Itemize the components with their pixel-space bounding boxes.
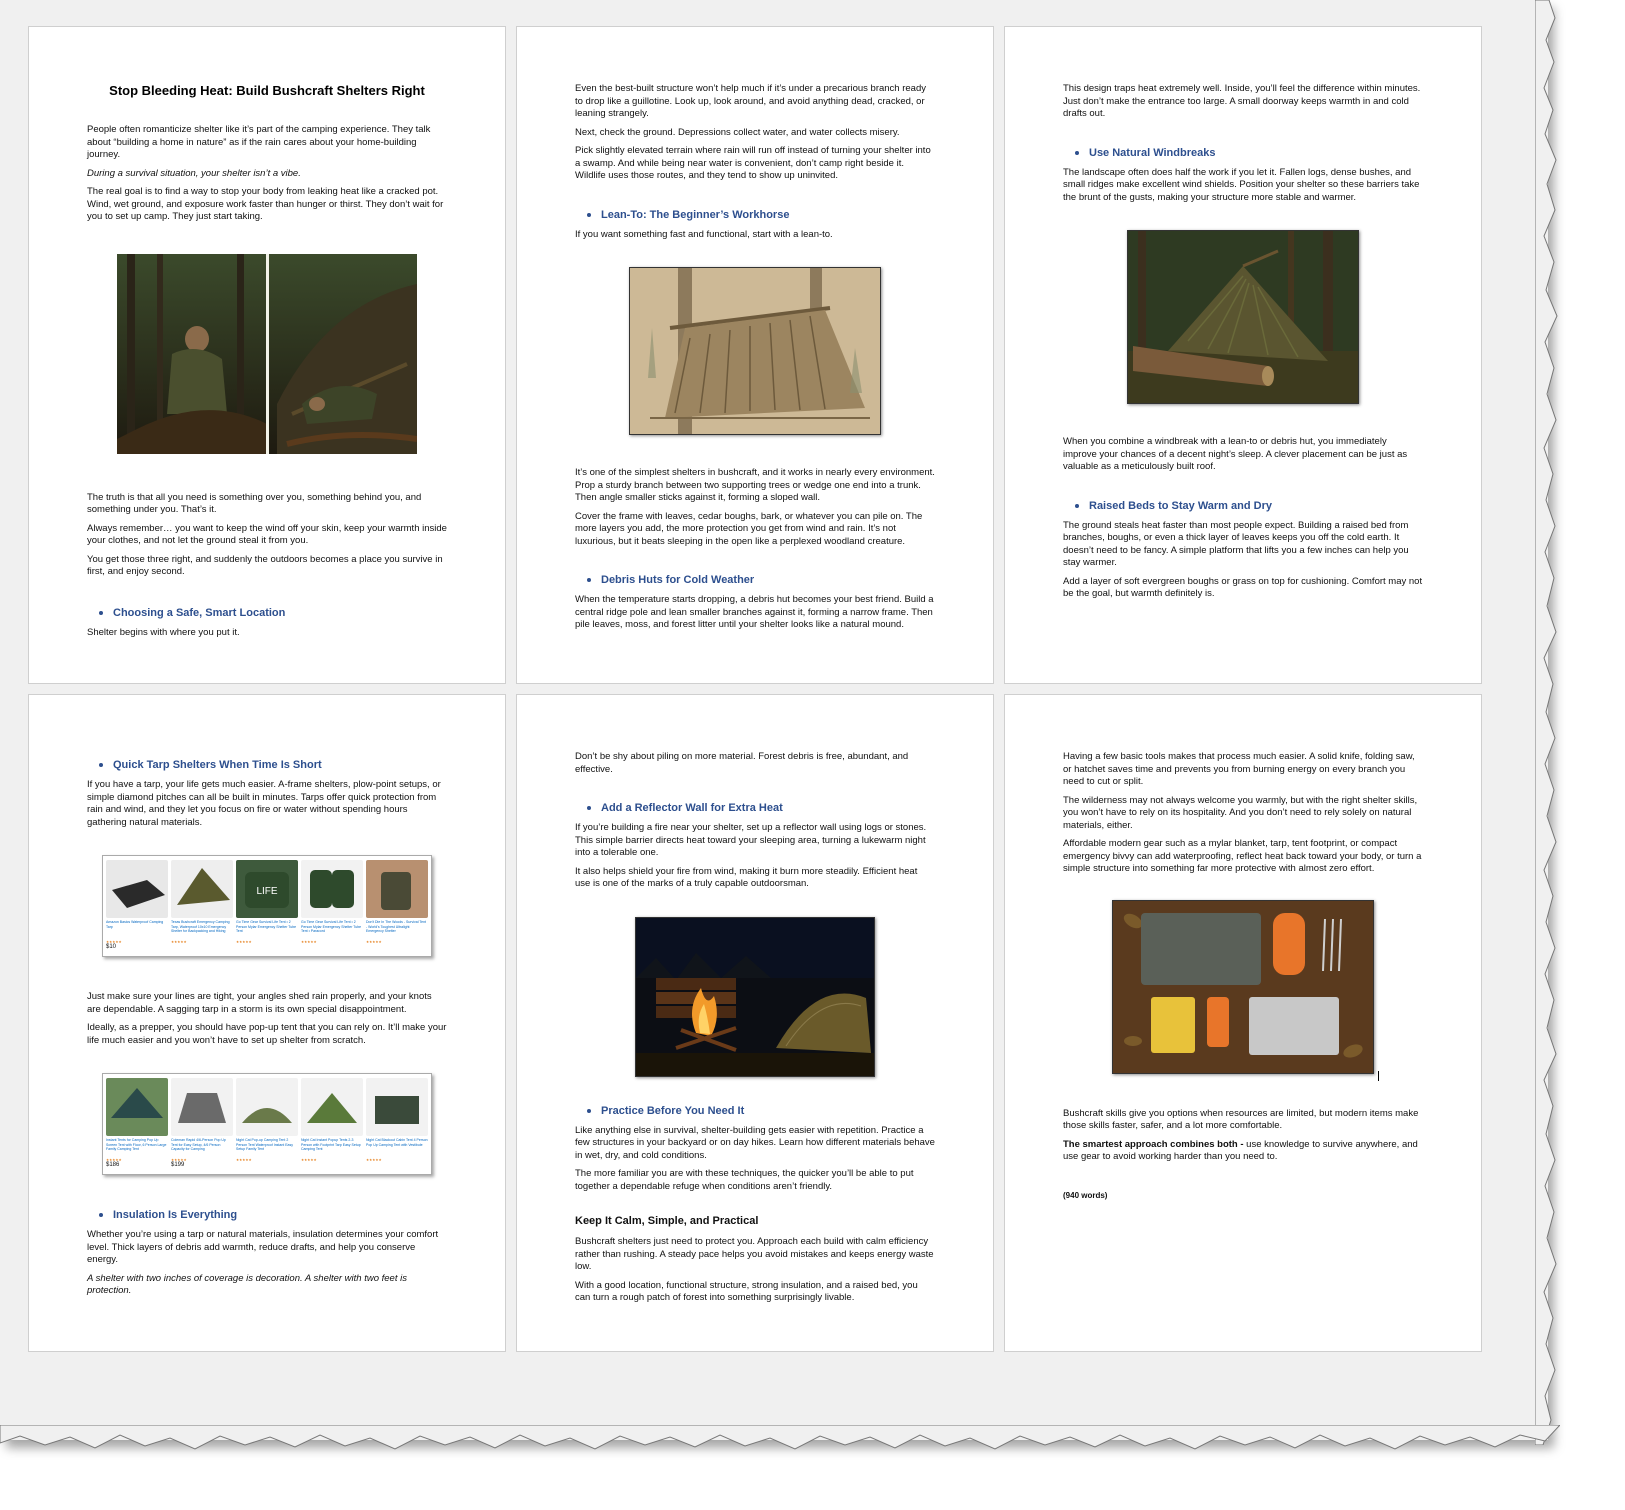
bullet-icon (587, 578, 591, 582)
product-card[interactable]: Instant Tents for Camping Pop Up Screen … (106, 1078, 168, 1168)
paragraph: Don’t be shy about piling on more materi… (575, 751, 909, 775)
paragraph: Bushcraft skills give you options when r… (1063, 1107, 1419, 1132)
paragraph: When the temperature starts dropping, a … (575, 594, 934, 630)
tarp-products-strip: Amazon Basics Waterproof Camping Tarp ★★★… (102, 855, 432, 957)
paragraph: Pick slightly elevated terrain where rai… (575, 145, 931, 181)
paragraph: Always remember… you want to keep the wi… (87, 522, 447, 547)
paragraph: If you’re building a fire near your shel… (575, 822, 927, 858)
bullet-icon (587, 806, 591, 810)
bullet-icon (99, 763, 103, 767)
paragraph: Even the best-built structure won’t help… (575, 83, 926, 119)
paragraph: The wilderness may not always welcome yo… (1063, 794, 1418, 831)
paragraph: It’s one of the simplest shelters in bus… (575, 467, 935, 503)
paragraph: Whether you’re using a tarp or natural m… (87, 1229, 439, 1265)
section-heading: Add a Reflector Wall for Extra Heat (587, 802, 935, 814)
paragraph: The smartest approach combines both - us… (1063, 1138, 1418, 1163)
torn-edge-right (1535, 0, 1558, 1445)
section-heading: Practice Before You Need It (587, 1105, 935, 1117)
paragraph: Just make sure your lines are tight, you… (87, 991, 432, 1015)
bullet-icon (587, 212, 591, 217)
campfire-reflector-tent-image (635, 916, 875, 1077)
text-cursor (1378, 1070, 1379, 1081)
paragraph: It also helps shield your fire from wind… (575, 865, 918, 890)
paragraph: Ideally, as a prepper, you should have p… (87, 1022, 447, 1046)
lean-to-sketch-image (629, 267, 881, 435)
paragraph: You get those three right, and suddenly … (87, 553, 443, 578)
product-card[interactable]: Go Time Gear Survival Life Tent • 2 Pers… (301, 860, 363, 950)
paragraph: If you want something fast and functiona… (575, 228, 833, 240)
paragraph: Add a layer of soft evergreen boughs or … (1063, 575, 1423, 600)
paragraph: With a good location, functional structu… (575, 1279, 918, 1304)
section-heading: Use Natural Windbreaks (1075, 147, 1423, 159)
bullet-icon (99, 1213, 103, 1217)
paragraph: People often romanticize shelter like it… (87, 124, 431, 160)
page-4: Quick Tarp Shelters When Time Is Short I… (28, 694, 506, 1352)
page-1: Stop Bleeding Heat: Build Bushcraft Shel… (28, 26, 506, 684)
svg-text:LIFE: LIFE (256, 886, 277, 897)
paragraph: This design traps heat extremely well. I… (1063, 83, 1421, 119)
page-5: Don’t be shy about piling on more materi… (516, 694, 994, 1352)
paragraph: When you combine a windbreak with a lean… (1063, 436, 1408, 472)
product-card[interactable]: Don't Die In The Woods - Survival Tent -… (366, 860, 428, 950)
section-heading: Quick Tarp Shelters When Time Is Short (99, 759, 447, 771)
bullet-icon (1075, 150, 1079, 155)
page-6: Having a few basic tools makes that proc… (1004, 694, 1482, 1352)
paragraph: Like anything else in survival, shelter-… (575, 1124, 935, 1161)
product-card[interactable]: LIFE Go Time Gear Survival Life Tent • 2 … (236, 860, 298, 950)
section-heading: Debris Huts for Cold Weather (587, 574, 935, 586)
bullet-icon (1075, 503, 1079, 508)
section-heading: Insulation Is Everything (99, 1209, 447, 1221)
paragraph: If you have a tarp, your life gets much … (87, 779, 441, 828)
italic-paragraph: During a survival situation, your shelte… (87, 167, 301, 179)
italic-paragraph: A shelter with two inches of coverage is… (87, 1272, 407, 1297)
word-count: (940 words) (1063, 1190, 1108, 1200)
windbreak-log-shelter-image (1127, 230, 1359, 404)
paragraph: The truth is that all you need is someth… (87, 491, 422, 516)
product-card[interactable]: Amazon Basics Waterproof Camping Tarp ★★★… (106, 860, 168, 950)
paragraph: The real goal is to find a way to stop y… (87, 186, 444, 222)
section-heading: Raised Beds to Stay Warm and Dry (1075, 500, 1423, 512)
shelter-gear-flatlay-image (1112, 899, 1379, 1081)
page-3: This design traps heat extremely well. I… (1004, 26, 1482, 684)
product-card[interactable]: Night Cat Blackout Cabin Tent 4 Person P… (366, 1078, 428, 1168)
page-2: Even the best-built structure won’t help… (516, 26, 994, 684)
product-card[interactable]: Texas Bushcraft Emergency Camping Tarp, … (171, 860, 233, 950)
tent-products-strip: Instant Tents for Camping Pop Up Screen … (102, 1073, 432, 1175)
section-heading: Keep It Calm, Simple, and Practical (575, 1215, 759, 1227)
bullet-icon (587, 1108, 591, 1113)
paragraph: The landscape often does half the work i… (1063, 166, 1420, 203)
paragraph: Next, check the ground. Depressions coll… (575, 126, 900, 138)
paragraph: The ground steals heat faster than most … (1063, 519, 1409, 569)
section-heading: Lean-To: The Beginner’s Workhorse (587, 209, 935, 221)
paragraph: Affordable modern gear such as a mylar b… (1063, 838, 1422, 874)
product-card[interactable]: Coleman Rapid 4/6-Person Pop Up Tent for… (171, 1078, 233, 1168)
section-heading: Choosing a Safe, Smart Location (99, 607, 447, 619)
product-card[interactable]: Night Cat Instant Popup Tents 2-3 Person… (301, 1078, 363, 1168)
paragraph: Having a few basic tools makes that proc… (1063, 751, 1415, 787)
paragraph: The more familiar you are with these tec… (575, 1168, 914, 1192)
man-building-debris-shelter-image (117, 253, 417, 454)
document-title: Stop Bleeding Heat: Build Bushcraft Shel… (109, 83, 425, 98)
product-card[interactable]: Night Cat Pop-up Camping Tent 2 Person T… (236, 1078, 298, 1168)
bullet-icon (99, 610, 103, 615)
torn-edge-bottom (0, 1425, 1560, 1450)
paragraph: Cover the frame with leaves, cedar bough… (575, 510, 923, 547)
paragraph: Shelter begins with where you put it. (87, 626, 240, 638)
paragraph: Bushcraft shelters just need to protect … (575, 1236, 934, 1272)
